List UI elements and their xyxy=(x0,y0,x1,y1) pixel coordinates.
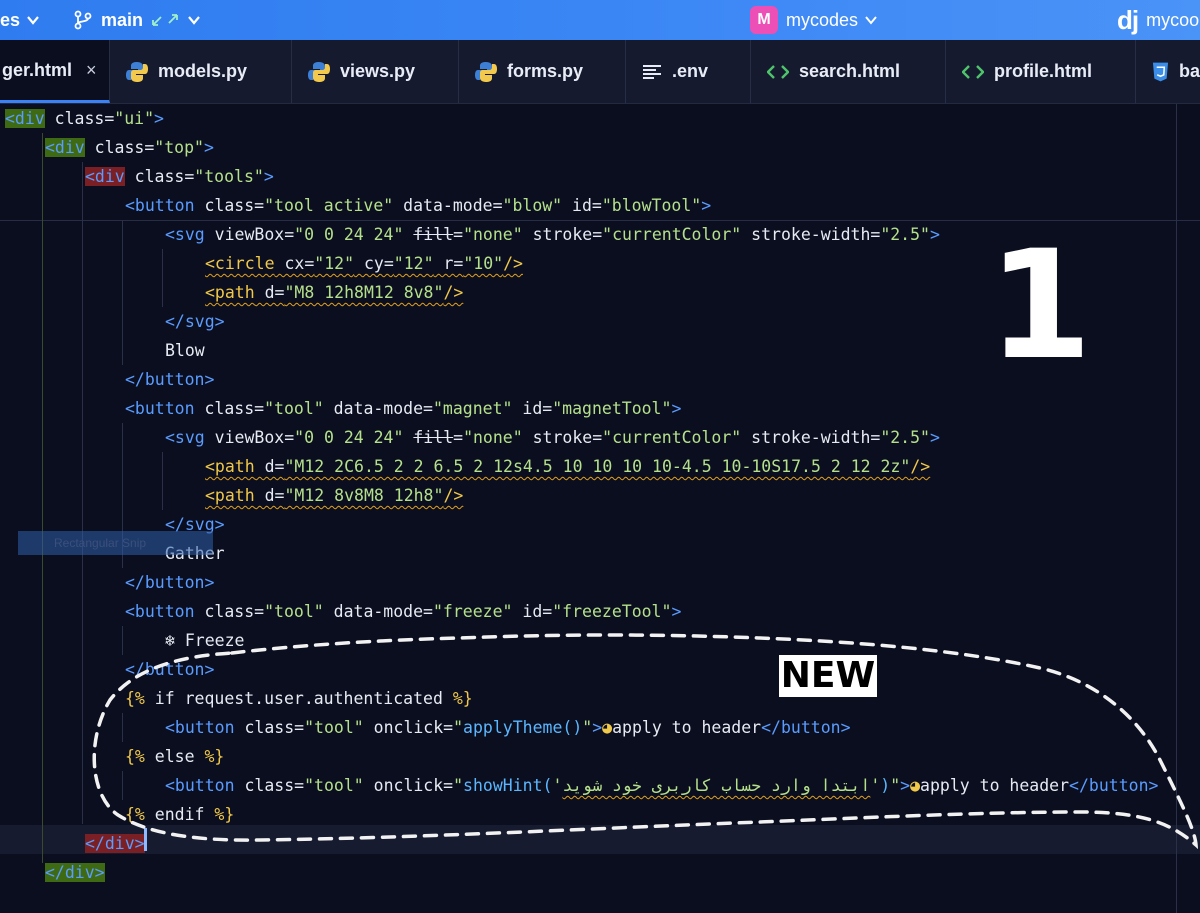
new-annotation-label: NEW xyxy=(779,655,877,697)
dashed-lasso-outline xyxy=(92,633,1199,850)
